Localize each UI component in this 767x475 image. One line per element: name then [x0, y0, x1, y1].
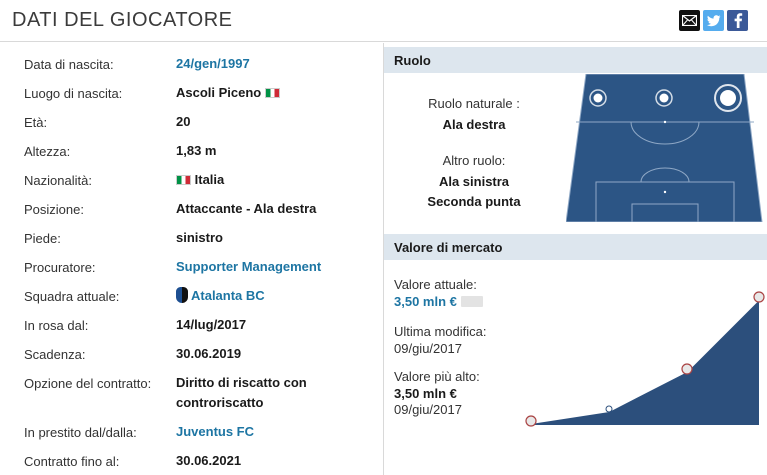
- natural-role-value: Ala destra: [442, 117, 506, 132]
- label-age: Età:: [24, 115, 48, 130]
- other-role-value-2: Seconda punta: [427, 194, 521, 209]
- club-crest-icon: [176, 287, 188, 303]
- last-change-label: Ultima modifica:: [394, 324, 487, 339]
- current-club-text: Atalanta BC: [191, 288, 265, 303]
- current-value-label: Valore attuale:: [394, 277, 477, 292]
- contract-expires-value: 30.06.2019: [176, 346, 242, 361]
- role-section-header: Ruolo: [384, 47, 767, 73]
- highest-value-label: Valore più alto:: [394, 369, 480, 384]
- chart-point-2[interactable]: [605, 405, 613, 413]
- label-birth-date: Data di nascita:: [24, 57, 114, 72]
- label-contract-option: Opzione del contratto:: [24, 376, 152, 391]
- birth-place-value: Ascoli Piceno: [176, 83, 280, 103]
- chart-point-3[interactable]: [681, 363, 693, 375]
- label-current-club: Squadra attuale:: [24, 289, 120, 304]
- italy-flag-icon: [264, 88, 280, 98]
- label-contract-expires: Scadenza:: [24, 347, 86, 362]
- other-role-value-1: Ala sinistra: [438, 174, 510, 189]
- current-value-text: 3,50 mln €: [394, 294, 457, 309]
- email-share-button[interactable]: [679, 10, 700, 31]
- market-value-section-header: Valore di mercato: [384, 234, 767, 260]
- label-contract-until: Contratto fino al:: [24, 454, 120, 469]
- chart-point-4[interactable]: [753, 291, 765, 303]
- birth-place-text: Ascoli Piceno: [176, 85, 262, 100]
- natural-role-label: Ruolo naturale :: [428, 96, 520, 111]
- italy-flag-icon: [176, 175, 191, 185]
- email-icon: [682, 15, 697, 26]
- nationality-text: Italia: [194, 172, 225, 187]
- nationality-value: Italia: [176, 170, 224, 190]
- highest-value-date: 09/giu/2017: [394, 402, 462, 417]
- label-joined: In rosa dal:: [24, 318, 89, 333]
- value-trend-icon: [460, 296, 483, 307]
- position-value: Attaccante - Ala destra: [176, 201, 317, 216]
- twitter-icon: [706, 14, 720, 26]
- facebook-icon: [734, 13, 742, 28]
- contract-option-value-line2: controriscatto: [176, 395, 264, 410]
- height-value: 1,83 m: [176, 143, 217, 158]
- birth-date-link[interactable]: 24/gen/1997: [176, 54, 250, 74]
- age-value: 20: [176, 114, 191, 129]
- label-nationality: Nazionalità:: [24, 173, 92, 188]
- current-club-link[interactable]: Atalanta BC: [176, 286, 265, 306]
- foot-value: sinistro: [176, 230, 223, 245]
- label-on-loan-from: In prestito dal/dalla:: [24, 425, 137, 440]
- side-panel: Ruolo Ruolo naturale : Ala destra Altro …: [384, 43, 767, 475]
- current-value[interactable]: 3,50 mln €: [394, 294, 483, 309]
- section-title: DATI DEL GIOCATORE: [12, 9, 233, 31]
- twitter-share-button[interactable]: [703, 10, 724, 31]
- label-position: Posizione:: [24, 202, 84, 217]
- chart-point-1[interactable]: [525, 415, 537, 427]
- facebook-share-button[interactable]: [727, 10, 748, 31]
- label-foot: Piede:: [24, 231, 61, 246]
- player-data-panel: Data di nascita: 24/gen/1997 Luogo di na…: [0, 43, 383, 475]
- label-agent: Procuratore:: [24, 260, 96, 275]
- label-height: Altezza:: [24, 144, 71, 159]
- joined-value: 14/lug/2017: [176, 317, 247, 332]
- agent-link[interactable]: Supporter Management: [176, 257, 321, 277]
- contract-until-value: 30.06.2021: [176, 453, 242, 468]
- last-change-date: 09/giu/2017: [394, 341, 462, 356]
- market-value-chart: [525, 291, 765, 427]
- on-loan-from-link[interactable]: Juventus FC: [176, 422, 254, 442]
- section-header: DATI DEL GIOCATORE: [0, 0, 767, 42]
- highest-value: 3,50 mln €: [394, 386, 457, 401]
- position-pitch: [566, 74, 763, 222]
- contract-option-value: Diritto di riscatto con: [176, 375, 307, 390]
- other-role-label: Altro ruolo:: [442, 153, 506, 168]
- label-birth-place: Luogo di nascita:: [24, 86, 123, 101]
